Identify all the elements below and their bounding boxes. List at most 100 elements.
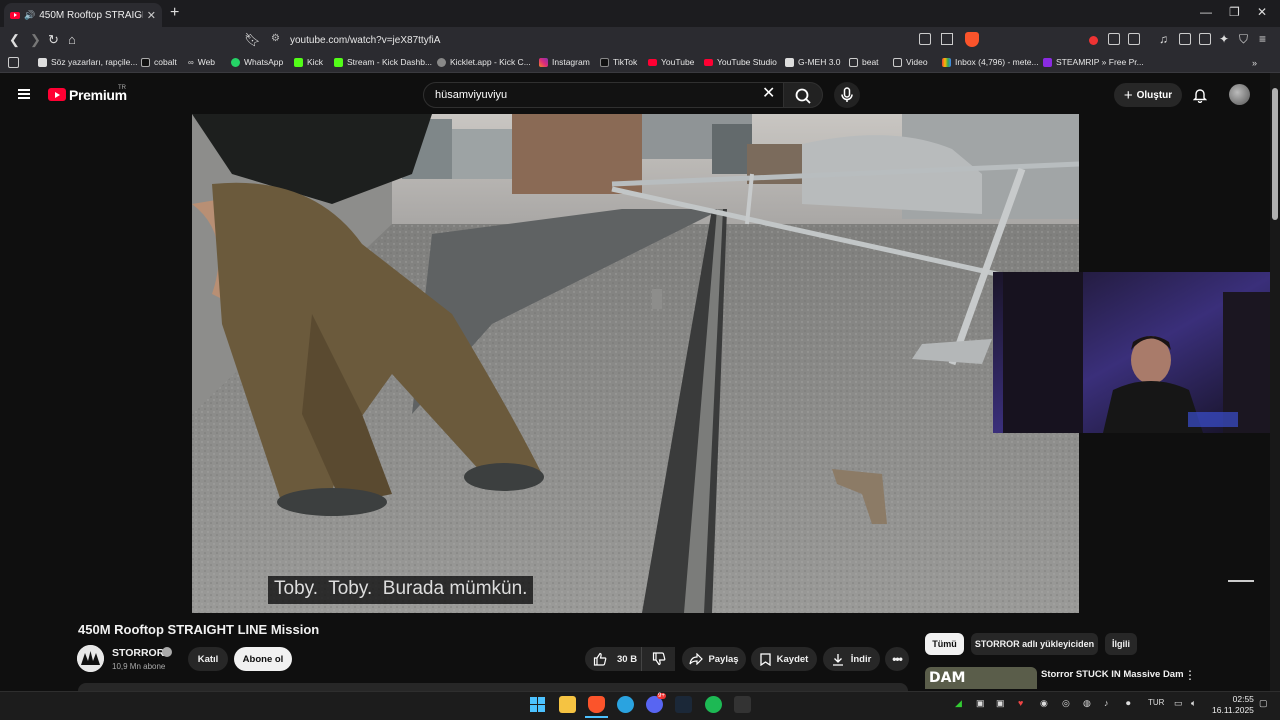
audio-playing-icon[interactable]: 🔊 — [24, 10, 35, 21]
site-settings-icon[interactable]: ⚙ — [271, 33, 280, 44]
language-indicator[interactable]: TUR — [1148, 698, 1164, 707]
tray-app-icon[interactable]: ♥ — [1018, 698, 1023, 708]
speaker-tray-icon[interactable]: ♪ — [1104, 698, 1109, 708]
bookmark-item[interactable]: Inbox (4,796) - mete... — [942, 57, 1039, 67]
volume-icon[interactable]: 🔈︎ — [1191, 698, 1196, 709]
home-icon[interactable]: ⌂ — [68, 32, 76, 47]
menu-icon[interactable]: ≡ — [1259, 32, 1266, 46]
file-explorer-icon[interactable] — [559, 696, 576, 713]
steam-icon[interactable] — [675, 696, 692, 713]
tray-app-icon[interactable]: ◎ — [1062, 698, 1070, 709]
tray-app-icon[interactable]: ▣ — [976, 698, 985, 709]
screenshot-icon[interactable] — [1128, 33, 1140, 45]
tray-app-icon[interactable]: ◍ — [1083, 698, 1091, 709]
recommendation-title[interactable]: Storror STUCK IN Massive Dam — [1041, 669, 1184, 680]
chip-from-uploader[interactable]: STORROR adlı yükleyiciden — [971, 633, 1098, 655]
bookmark-item[interactable]: Söz yazarları, rapçile... — [38, 57, 137, 67]
back-icon[interactable]: ❮ — [9, 32, 20, 48]
bookmark-item[interactable]: cobalt — [141, 57, 177, 67]
save-label: Kaydet — [776, 653, 809, 665]
youtube-header: Premium TR hüsamviyuviyu ✕ + Oluştur — [0, 73, 1270, 114]
bookmark-item[interactable]: STEAMRIP » Free Pr... — [1043, 57, 1144, 67]
taskbar-clock[interactable]: 02:55 16.11.2025 — [1212, 694, 1254, 716]
brave-shields-icon[interactable] — [965, 32, 979, 47]
download-button[interactable]: İndir — [823, 647, 880, 671]
folder-icon — [849, 57, 858, 67]
subscribe-button[interactable]: Abone ol — [234, 647, 292, 671]
restore-icon[interactable]: ❐ — [1229, 5, 1240, 19]
leo-ai-icon[interactable]: ✦ — [1219, 32, 1229, 46]
telegram-icon[interactable] — [617, 696, 634, 713]
new-tab-icon[interactable]: + — [170, 4, 179, 22]
search-button[interactable] — [783, 82, 823, 108]
verified-badge-icon — [162, 647, 172, 657]
recommendation-thumbnail[interactable]: DAM — [925, 667, 1037, 689]
network-icon[interactable]: ▭ — [1174, 698, 1183, 709]
wallet-icon[interactable] — [1199, 33, 1211, 45]
notifications-icon[interactable]: ▢ — [1259, 698, 1268, 709]
bookmark-item[interactable]: YouTube Studio — [704, 57, 777, 67]
gmail-icon — [942, 57, 951, 67]
more-bookmarks-icon[interactable]: » — [1252, 58, 1257, 68]
window-close-icon[interactable]: ✕ — [1257, 5, 1267, 19]
account-avatar[interactable] — [1229, 84, 1250, 105]
minimize-icon[interactable]: — — [1200, 5, 1212, 19]
bookmark-label: cobalt — [154, 57, 177, 67]
spotify-icon[interactable] — [705, 696, 722, 713]
extensions-icon[interactable] — [1108, 33, 1120, 45]
nvidia-tray-icon[interactable]: ◢ — [955, 698, 962, 709]
bookmark-label: Inbox (4,796) - mete... — [955, 57, 1039, 67]
guide-menu-icon[interactable] — [18, 89, 30, 99]
storror-logo-icon — [77, 645, 104, 672]
save-button[interactable]: Kaydet — [751, 647, 817, 671]
channel-name[interactable]: STORROR — [112, 647, 164, 659]
apps-grid-icon[interactable] — [8, 57, 19, 68]
bookmark-item[interactable]: TikTok — [600, 57, 637, 67]
dislike-button[interactable] — [641, 647, 675, 671]
voice-search-button[interactable] — [834, 82, 860, 108]
join-button[interactable]: Katıl — [188, 647, 228, 671]
chip-all[interactable]: Tümü — [925, 633, 964, 655]
windows-start-icon[interactable] — [529, 696, 546, 713]
bookmark-item[interactable]: Instagram — [539, 57, 590, 67]
chip-related[interactable]: İlgili — [1105, 633, 1137, 655]
video-player[interactable] — [192, 114, 1079, 613]
tray-app-icon[interactable]: ▣ — [996, 698, 1005, 709]
channel-avatar[interactable] — [77, 645, 104, 672]
recommendation-menu-icon[interactable]: ⋮ — [1184, 668, 1196, 682]
vpn-icon[interactable]: ⛉ — [1239, 32, 1248, 47]
forward-icon[interactable]: ❯ — [30, 32, 41, 48]
reload-icon[interactable]: ↻ — [48, 32, 59, 48]
url-field[interactable]: ⚙ youtube.com/watch?v=jeX87ttyfiA — [264, 29, 992, 51]
cast-icon[interactable] — [919, 33, 931, 45]
brave-browser-icon[interactable] — [588, 696, 605, 713]
bookmark-item[interactable]: Kick — [294, 57, 323, 67]
clear-search-icon[interactable]: ✕ — [762, 86, 775, 102]
create-button[interactable]: + Oluştur — [1114, 83, 1182, 107]
bookmark-item[interactable]: Stream - Kick Dashb... — [334, 57, 432, 67]
youtube-logo-icon[interactable] — [48, 88, 66, 101]
sidebar-icon[interactable] — [1179, 33, 1191, 45]
bookmark-item[interactable]: YouTube — [648, 57, 694, 67]
music-icon[interactable]: ♫ — [1159, 32, 1168, 46]
bookmark-item[interactable]: G-MEH 3.0 — [785, 57, 841, 67]
browser-tab-active[interactable]: 🔊 450M Rooftop STRAIGHT LINE Mission ✕ — [4, 3, 162, 27]
bookmark-item[interactable]: Video — [893, 57, 928, 67]
mic-tray-icon[interactable]: ⏺ — [1126, 698, 1131, 709]
record-icon[interactable] — [1089, 36, 1098, 45]
notifications-bell-icon[interactable] — [1193, 87, 1207, 103]
bookmark-page-icon[interactable]: 🔖︎ — [244, 32, 261, 48]
more-actions-button[interactable]: ••• — [885, 647, 909, 671]
bookmark-item[interactable]: WhatsApp — [231, 57, 283, 67]
bookmark-item[interactable]: ∞ Web — [188, 57, 215, 67]
search-input[interactable]: hüsamviyuviyu — [423, 82, 785, 108]
bookmark-label: beat — [862, 57, 879, 67]
tab-close-icon[interactable]: ✕ — [147, 9, 156, 22]
share-page-icon[interactable] — [941, 33, 953, 45]
steam-tray-icon[interactable]: ◉ — [1040, 698, 1048, 709]
bookmark-item[interactable]: Kicklet.app - Kick C... — [437, 57, 531, 67]
share-button[interactable]: Paylaş — [682, 647, 746, 671]
scrollbar-thumb[interactable] — [1272, 88, 1278, 220]
app-icon[interactable] — [734, 696, 751, 713]
bookmark-item[interactable]: beat — [849, 57, 879, 67]
